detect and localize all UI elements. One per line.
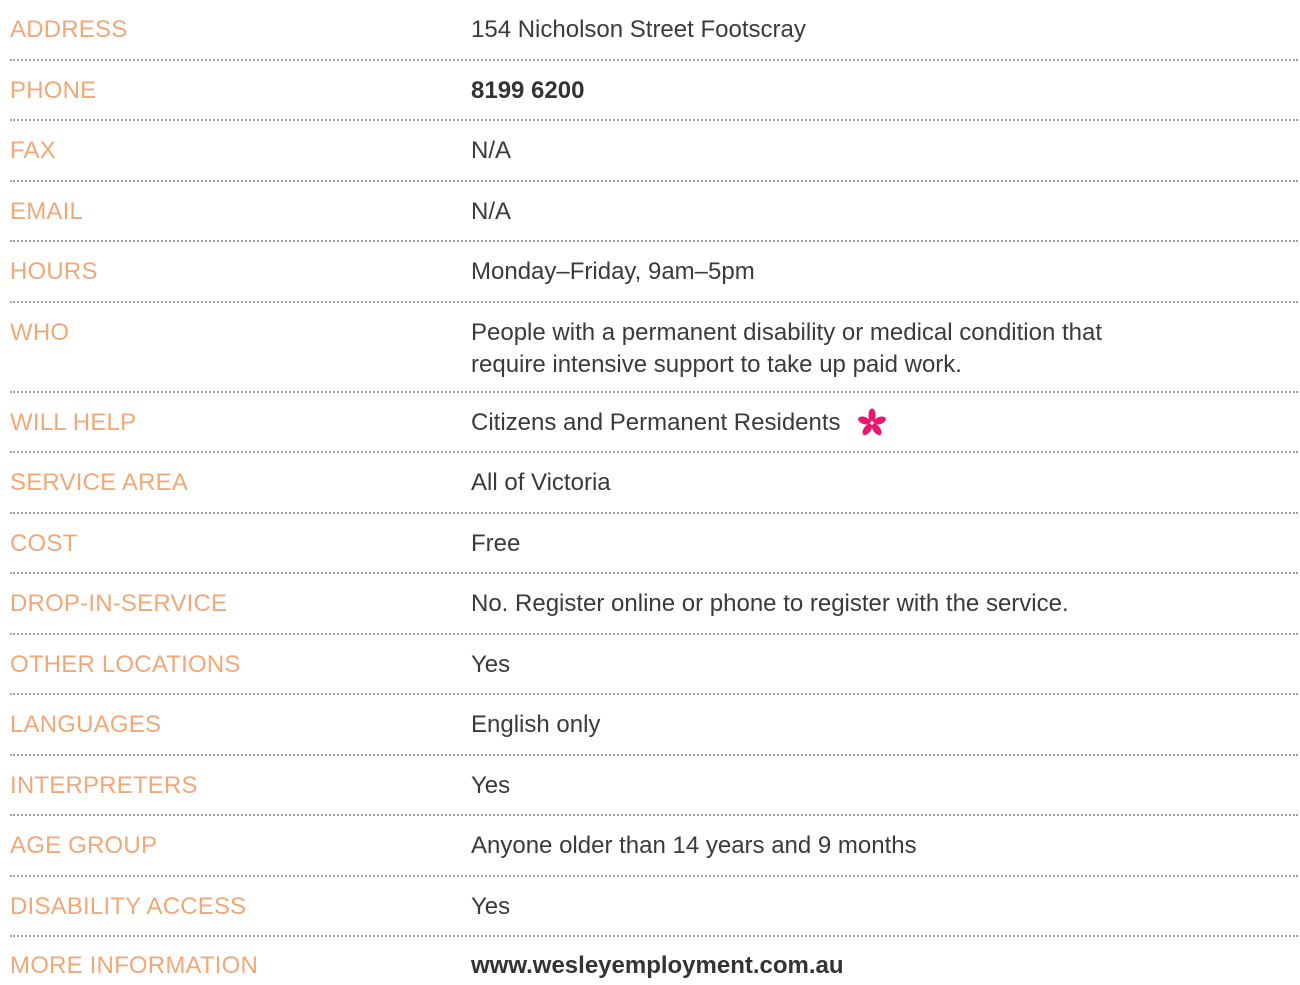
table-row-disability-access: DISABILITY ACCESS Yes: [10, 877, 1298, 937]
row-label: COST: [10, 529, 78, 557]
table-row-email: EMAIL N/A: [10, 182, 1298, 242]
website-link[interactable]: www.wesleyemployment.com.au: [471, 950, 1298, 982]
row-value-line-2: require intensive support to take up pai…: [471, 350, 962, 378]
table-row-service-area: SERVICE AREA All of Victoria: [10, 453, 1298, 514]
row-label: LANGUAGES: [10, 711, 162, 738]
row-value: N/A: [471, 137, 512, 164]
row-value: Anyone older than 14 years and 9 months: [471, 832, 917, 859]
row-value: N/A: [471, 197, 512, 225]
row-label: DISABILITY ACCESS: [10, 892, 247, 920]
table-row-languages: LANGUAGES English only: [10, 695, 1298, 756]
row-value: 154 Nicholson Street Footscray: [471, 16, 806, 43]
row-label: HOURS: [10, 258, 98, 285]
row-label: OTHER LOCATIONS: [10, 650, 241, 678]
row-label: AGE GROUP: [10, 832, 158, 859]
row-label: PHONE: [10, 76, 97, 104]
table-row-hours: HOURS Monday–Friday, 9am–5pm: [10, 242, 1298, 303]
table-row-phone: PHONE 8199 6200: [10, 61, 1298, 121]
table-row-cost: COST Free: [10, 514, 1298, 574]
table-row-other-locations: OTHER LOCATIONS Yes: [10, 635, 1298, 695]
row-label: WHO: [10, 318, 70, 346]
table-row-address: ADDRESS 154 Nicholson Street Footscray: [10, 0, 1298, 61]
row-value: Yes: [471, 650, 511, 678]
will-help-text: Citizens and Permanent Residents: [471, 408, 841, 436]
row-label: DROP-IN-SERVICE: [10, 590, 228, 617]
table-row-drop-in-service: DROP-IN-SERVICE No. Register online or p…: [10, 574, 1298, 635]
row-value: English only: [471, 711, 601, 738]
row-value: People with a permanent disability or me…: [471, 317, 1298, 381]
row-label: FAX: [10, 137, 56, 164]
row-value-line-1: People with a permanent disability or me…: [471, 318, 1103, 346]
row-label: ADDRESS: [10, 16, 128, 43]
will-help-value: Citizens and Permanent Residents: [471, 407, 887, 439]
row-label: INTERPRETERS: [10, 771, 198, 799]
phone-number: 8199 6200: [471, 76, 585, 104]
row-value: Monday–Friday, 9am–5pm: [471, 258, 755, 285]
asterisk-icon: [857, 408, 887, 438]
row-label: WILL HELP: [10, 408, 137, 436]
table-row-age-group: AGE GROUP Anyone older than 14 years and…: [10, 816, 1298, 877]
row-value: Free: [471, 529, 521, 557]
table-row-will-help: WILL HELP Citizens and Permanent Residen…: [10, 393, 1298, 453]
row-value: Citizens and Permanent Residents: [471, 407, 1298, 439]
table-row-more-information: MORE INFORMATION www.wesleyemployment.co…: [10, 937, 1298, 979]
table-row-fax: FAX N/A: [10, 121, 1298, 182]
row-value: Yes: [471, 892, 511, 920]
row-label: EMAIL: [10, 197, 84, 225]
service-info-table: ADDRESS 154 Nicholson Street Footscray P…: [10, 0, 1298, 979]
table-row-interpreters: INTERPRETERS Yes: [10, 756, 1298, 816]
row-value: Yes: [471, 771, 511, 799]
row-label: MORE INFORMATION: [10, 952, 259, 979]
table-row-who: WHO People with a permanent disability o…: [10, 303, 1298, 393]
row-value: All of Victoria: [471, 469, 611, 496]
row-label: SERVICE AREA: [10, 469, 189, 496]
row-value: No. Register online or phone to register…: [471, 590, 1069, 617]
